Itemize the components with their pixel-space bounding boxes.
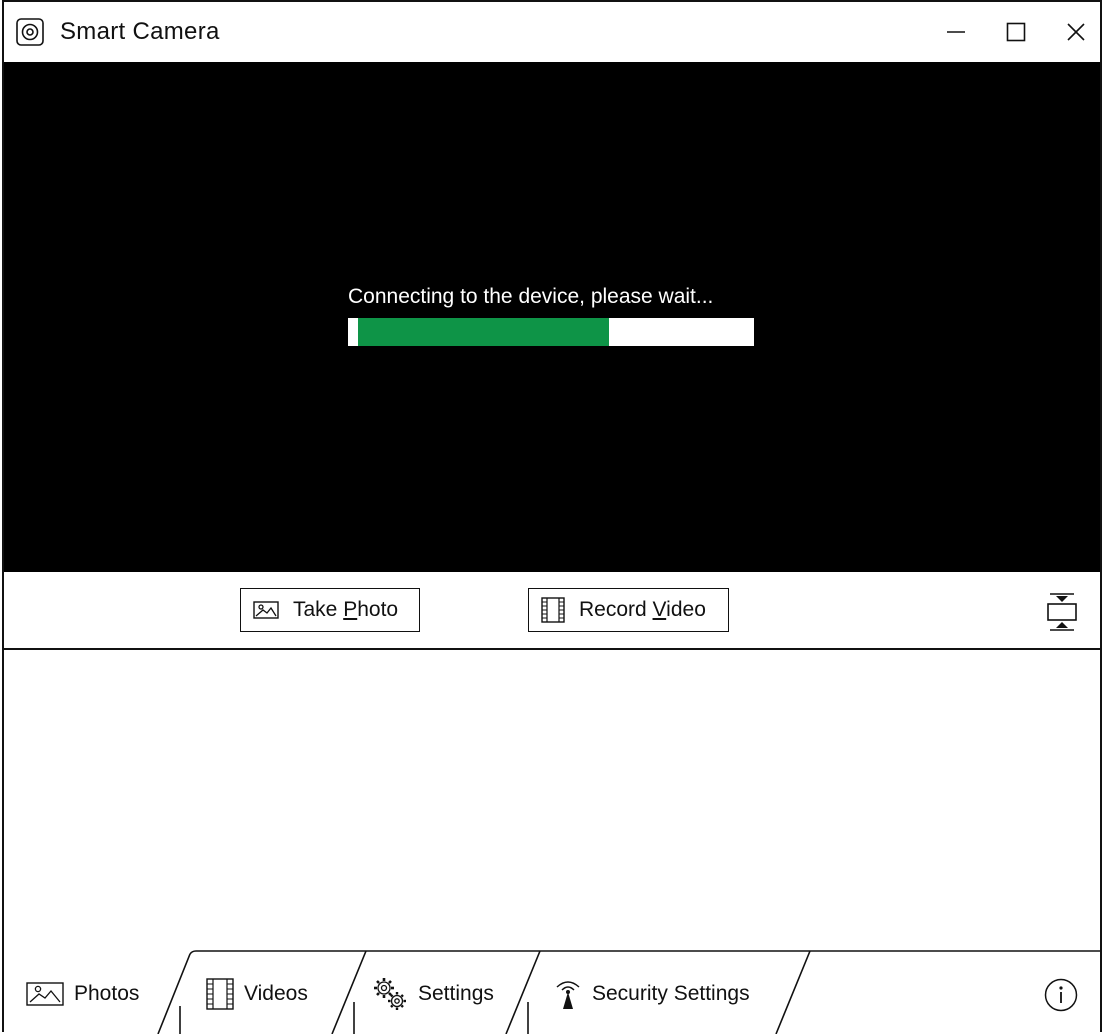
tab-videos[interactable]: Videos (206, 972, 308, 1016)
tab-photos-label: Photos (74, 982, 140, 1005)
tab-settings-label: Settings (418, 982, 494, 1005)
photo-icon (26, 982, 64, 1006)
app-window: Smart Camera Connecting to the device, p… (2, 0, 1102, 1034)
record-video-label: Record Video (579, 598, 706, 621)
fit-height-icon[interactable] (1044, 592, 1080, 632)
maximize-button[interactable] (1000, 16, 1032, 48)
antenna-icon (554, 978, 582, 1010)
minimize-icon (947, 31, 965, 33)
tab-security-settings-label: Security Settings (592, 982, 750, 1005)
camera-lens-icon (16, 18, 44, 46)
camera-viewer: Connecting to the device, please wait... (4, 62, 1100, 572)
connection-status: Connecting to the device, please wait... (348, 285, 714, 308)
photos-panel (4, 650, 1100, 950)
tab-security-settings[interactable]: Security Settings (554, 972, 750, 1016)
title-bar: Smart Camera (4, 2, 1100, 62)
tab-settings[interactable]: Settings (372, 972, 494, 1016)
action-bar: Take Photo Record Video (4, 572, 1100, 650)
window-title: Smart Camera (60, 18, 220, 45)
take-photo-button[interactable]: Take Photo (240, 588, 420, 632)
progress-fill (358, 318, 609, 346)
tab-videos-label: Videos (244, 982, 308, 1005)
tab-bar: Photos Videos Settings Security Settings (4, 950, 1100, 1034)
tab-photos[interactable]: Photos (26, 972, 139, 1016)
close-button[interactable] (1060, 16, 1092, 48)
film-icon (541, 597, 565, 623)
take-photo-label: Take Photo (293, 598, 399, 621)
info-icon[interactable] (1044, 978, 1078, 1012)
photo-icon (253, 601, 279, 619)
record-video-button[interactable]: Record Video (528, 588, 729, 632)
film-icon (206, 978, 234, 1010)
maximize-icon (1006, 22, 1026, 42)
close-icon (1067, 23, 1085, 41)
minimize-button[interactable] (940, 16, 972, 48)
connection-progress-bar (348, 318, 754, 346)
gears-icon (372, 976, 408, 1012)
